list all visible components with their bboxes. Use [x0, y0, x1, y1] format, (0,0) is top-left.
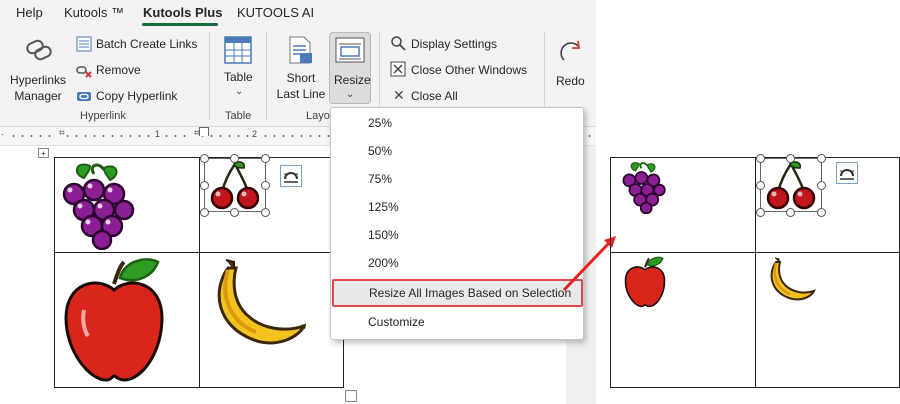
resize-handle[interactable]	[230, 208, 239, 217]
table-icon	[224, 36, 252, 64]
layout-options-button	[836, 162, 858, 184]
resize-handle[interactable]	[261, 154, 270, 163]
close-all-button[interactable]: ✕ Close All	[390, 86, 540, 106]
ribbon-tab-bar: Help Kutools ™ Kutools Plus KUTOOLS AI	[0, 0, 596, 26]
group-label-hyperlink: Hyperlink	[80, 110, 126, 122]
layout-options-icon	[284, 172, 298, 183]
banana-image-resized	[770, 257, 816, 301]
table-button[interactable]: Table ⌄	[218, 30, 260, 102]
cherries-image-resized	[766, 161, 816, 210]
menu-item-resize-all-images[interactable]: Resize All Images Based on Selection	[332, 279, 583, 307]
tab-help[interactable]: Help	[16, 5, 43, 20]
resize-handle[interactable]	[200, 154, 209, 163]
resize-handle	[756, 181, 765, 190]
copy-hyperlink-label: Copy Hyperlink	[96, 89, 178, 103]
short-last-line-button[interactable]: Short Last Line	[274, 30, 328, 102]
chevron-down-icon: ⌄	[235, 86, 244, 97]
layout-options-button[interactable]	[280, 165, 302, 187]
group-separator	[209, 32, 210, 120]
table-move-handle[interactable]: +	[38, 148, 49, 158]
hyperlinks-manager-button[interactable]: Hyperlinks Manager	[6, 30, 70, 108]
table-resize-handle[interactable]	[345, 390, 357, 402]
resize-handle[interactable]	[200, 208, 209, 217]
menu-item-150[interactable]: 150%	[331, 221, 583, 249]
resize-handle[interactable]	[261, 208, 270, 217]
resize-handle	[786, 154, 795, 163]
copy-link-icon	[77, 92, 91, 101]
resize-handle	[817, 154, 826, 163]
group-label-layout: Layo	[306, 110, 330, 122]
resize-label: Resize	[334, 73, 371, 87]
resize-handle	[756, 154, 765, 163]
batch-links-icon	[76, 36, 92, 52]
resize-handle[interactable]	[261, 181, 270, 190]
apple-image[interactable]	[62, 256, 166, 384]
resize-handle	[817, 208, 826, 217]
redo-icon	[560, 40, 581, 61]
remove-button[interactable]: Remove	[76, 60, 200, 80]
remove-link-icon	[76, 66, 92, 78]
resize-handle[interactable]	[200, 181, 209, 190]
hyperlinks-manager-label: Hyperlinks Manager	[9, 73, 66, 103]
menu-item-customize[interactable]: Customize	[331, 308, 583, 336]
close-other-windows-label: Close Other Windows	[411, 63, 528, 77]
batch-create-links-button[interactable]: Batch Create Links	[76, 34, 200, 54]
menu-item-125[interactable]: 125%	[331, 193, 583, 221]
copy-hyperlink-button[interactable]: Copy Hyperlink	[76, 86, 200, 106]
apple-image-resized	[624, 256, 666, 308]
close-other-windows-button[interactable]: Close Other Windows	[390, 60, 540, 80]
magnifier-icon	[391, 36, 406, 51]
tab-kutools-plus[interactable]: Kutools Plus	[143, 5, 222, 20]
close-other-windows-icon	[390, 61, 406, 77]
resize-dropdown-menu: 25% 50% 75% 125% 150% 200% Resize All Im…	[330, 107, 584, 340]
menu-item-75[interactable]: 75%	[331, 165, 583, 193]
short-last-line-label: Short Last Line	[276, 71, 326, 101]
resize-handle[interactable]	[230, 154, 239, 163]
ruler-mark: 1	[153, 129, 163, 139]
group-separator	[266, 32, 267, 120]
banana-image[interactable]	[206, 256, 306, 356]
table-label: Table	[224, 70, 253, 84]
resize-button[interactable]: Resize ⌄	[329, 32, 371, 104]
cherries-image[interactable]	[206, 160, 264, 210]
remove-label: Remove	[96, 63, 141, 77]
layout-options-icon	[840, 169, 854, 180]
short-last-line-icon	[289, 36, 312, 64]
chevron-down-icon: ⌄	[346, 89, 355, 100]
display-settings-button[interactable]: Display Settings	[390, 34, 540, 54]
resize-image-icon	[335, 37, 365, 63]
resize-handle	[756, 208, 765, 217]
tab-kutools[interactable]: Kutools ™	[64, 5, 124, 20]
ruler-mark: 2	[250, 129, 260, 139]
resize-handle	[817, 181, 826, 190]
tab-kutools-ai[interactable]: KUTOOLS AI	[237, 5, 314, 20]
batch-create-links-label: Batch Create Links	[96, 37, 198, 51]
close-all-label: Close All	[411, 89, 458, 103]
display-settings-label: Display Settings	[411, 37, 498, 51]
ruler-tab-marker: ·	[0, 129, 6, 139]
indent-marker[interactable]	[199, 127, 209, 136]
ruler-column-marker: ⌗	[57, 128, 67, 139]
menu-item-25[interactable]: 25%	[331, 109, 583, 137]
chain-link-icon	[26, 39, 52, 61]
redo-label: Redo	[556, 74, 585, 88]
group-label-table: Table	[225, 110, 252, 122]
close-icon: ✕	[393, 87, 405, 103]
redo-button[interactable]: Redo	[552, 30, 592, 102]
resize-handle	[786, 208, 795, 217]
menu-item-200[interactable]: 200%	[331, 249, 583, 277]
grapes-image-resized	[622, 162, 666, 214]
menu-item-50[interactable]: 50%	[331, 137, 583, 165]
grapes-image[interactable]	[60, 160, 140, 250]
